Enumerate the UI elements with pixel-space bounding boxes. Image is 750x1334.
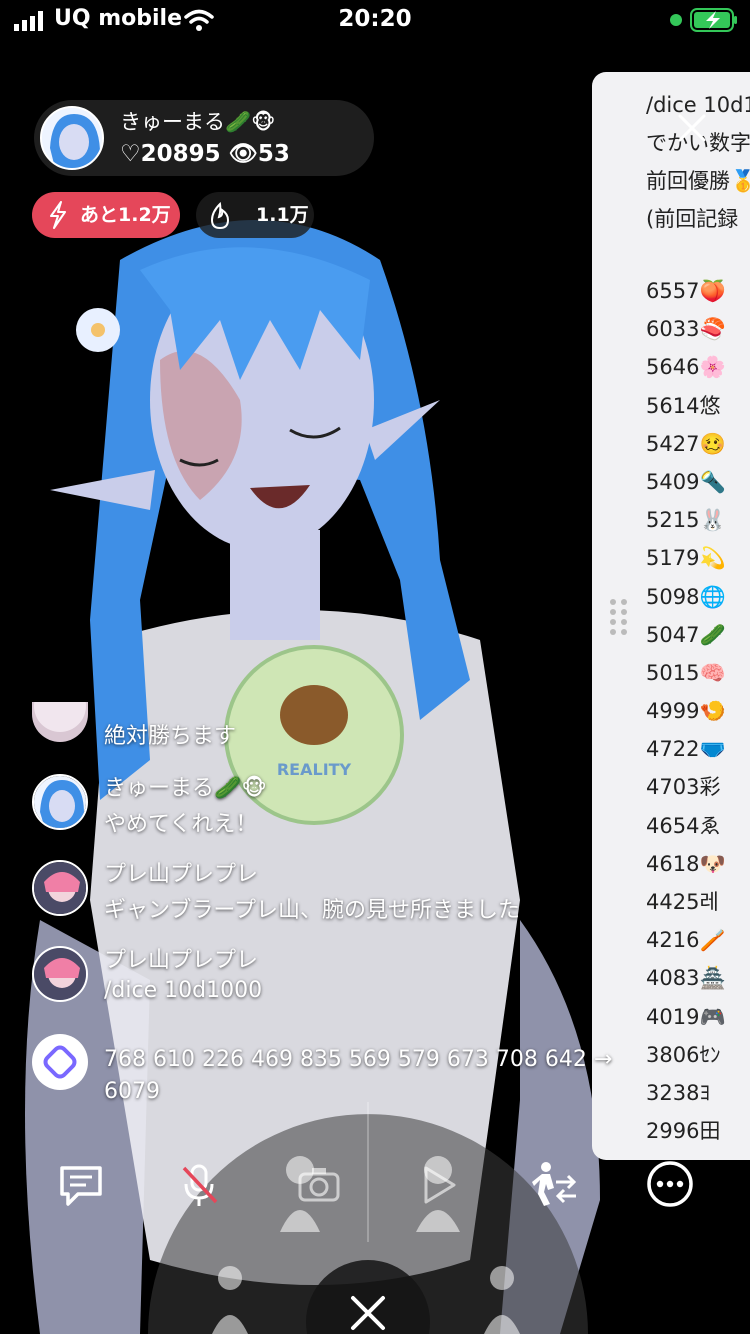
status-time: 20:20: [338, 6, 412, 32]
drag-handle-icon[interactable]: [608, 597, 630, 637]
host-name: きゅーまる🥒🐵: [120, 110, 276, 134]
svg-text:REALITY: REALITY: [277, 760, 352, 779]
chat-message-text: ギャンブラープレ山、腕の見せ所きました: [104, 898, 521, 923]
dice-ranking-panel[interactable]: /dice 10d1 でかい数字 前回優勝🥇 (前回記録 6557🍑 6033🍣…: [592, 72, 750, 1160]
flame-icon: [210, 202, 230, 230]
panel-close-icon[interactable]: [674, 110, 710, 146]
remaining-badge-label: あと1.2万: [80, 204, 171, 226]
chat-avatar[interactable]: [32, 774, 88, 830]
camera-in-use-indicator: [670, 14, 682, 26]
score-item: 4703彩: [646, 775, 721, 800]
chat-message-text: やめてくれえ！: [104, 812, 258, 837]
score-item: 5098🌐: [646, 584, 726, 609]
score-item: 5179💫: [646, 546, 726, 571]
comment-button[interactable]: [56, 1160, 106, 1210]
mic-muted-button[interactable]: [174, 1160, 224, 1210]
chat-message-text: 絶対勝ちます: [104, 724, 237, 749]
score-item: 6557🍑: [646, 279, 726, 303]
score-item: 4083🏯: [646, 966, 726, 991]
score-item: 5047🥒: [646, 622, 726, 647]
status-bar: UQ mobile 20:20: [0, 0, 750, 44]
chat-avatar[interactable]: [32, 946, 88, 1002]
remaining-badge[interactable]: あと1.2万: [32, 192, 180, 238]
score-item: 5409🔦: [646, 469, 726, 494]
more-options-button[interactable]: [646, 1160, 694, 1208]
score-item: 4216🪥: [646, 928, 726, 953]
score-item: 2996田: [646, 1119, 721, 1144]
gesture-wheel[interactable]: [148, 1092, 588, 1334]
likes-count: ♡20895: [120, 141, 221, 167]
lightning-icon: [50, 201, 66, 229]
fire-badge-label: 1.1万: [256, 204, 309, 226]
eye-icon: 👁: [228, 141, 258, 167]
panel-header-line: 前回優勝🥇: [646, 169, 750, 193]
dice-bot-avatar[interactable]: [32, 1034, 88, 1090]
chat-sender-name: きゅーまる🥒🐵: [104, 776, 267, 801]
score-item: 5614悠: [646, 393, 721, 418]
battery-charging-icon: [690, 8, 737, 32]
viewer-count: 53: [257, 141, 290, 167]
score-item: 6033🍣: [646, 317, 726, 342]
fire-badge[interactable]: 1.1万: [196, 192, 314, 238]
score-item: 4019🎮: [646, 1004, 726, 1029]
host-stats: ♡20895 👁53: [120, 140, 298, 167]
score-item: 5015🧠: [646, 660, 726, 685]
score-item: 4999🍤: [646, 699, 726, 724]
camera-icon[interactable]: [294, 1160, 344, 1210]
chat-avatar[interactable]: [32, 860, 88, 916]
score-item: 4722🩲: [646, 737, 726, 762]
score-item: 5646🌸: [646, 355, 726, 380]
score-item: 4425레: [646, 890, 719, 914]
score-item: 5427🥴: [646, 431, 726, 456]
chat-message-text: /dice 10d1000: [104, 978, 263, 1003]
score-list: 6557🍑 6033🍣 5646🌸 5614悠 5427🥴 5409🔦 5215…: [646, 272, 726, 1150]
host-avatar[interactable]: [40, 106, 104, 170]
score-item: 4618🐶: [646, 851, 726, 876]
panel-header-line: (前回記録: [646, 207, 739, 231]
host-card[interactable]: きゅーまる🥒🐵 ♡20895 👁53: [34, 100, 374, 176]
motion-switch-button[interactable]: [528, 1160, 578, 1210]
score-item: 4654ゑ: [646, 813, 721, 838]
chat-sender-name: プレ山プレプレ: [104, 948, 259, 973]
score-item: 5215🐰: [646, 508, 726, 533]
video-play-icon[interactable]: [412, 1160, 462, 1210]
panel-header: /dice 10d1 でかい数字 前回優勝🥇 (前回記録: [646, 86, 750, 238]
chat-sender-name: プレ山プレプレ: [104, 862, 259, 887]
